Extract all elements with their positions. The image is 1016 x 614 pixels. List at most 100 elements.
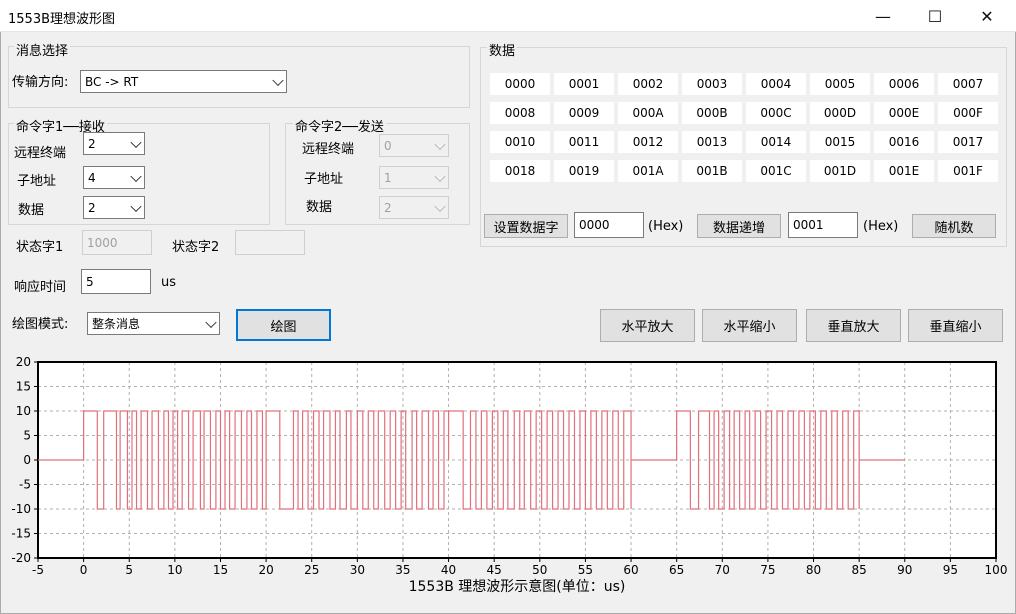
increment-data-input[interactable]: 0001 <box>788 212 858 238</box>
chevron-down-icon <box>434 138 446 150</box>
draw-button[interactable]: 绘图 <box>236 309 331 341</box>
cmd2-rt-value: 0 <box>384 138 392 153</box>
x-tick-label: 25 <box>304 563 319 577</box>
x-tick-label: 45 <box>487 563 502 577</box>
cmd1-data-label: 数据 <box>18 203 45 218</box>
data-group-label: 数据 <box>487 40 518 59</box>
data-cell: 0016 <box>874 131 934 153</box>
h-zoom-in-button[interactable]: 水平放大 <box>600 309 695 342</box>
x-tick-label: 100 <box>985 563 1008 577</box>
chevron-down-icon <box>130 200 142 212</box>
data-cell: 0018 <box>490 160 550 182</box>
data-cell: 0015 <box>810 131 870 153</box>
x-tick-label: 55 <box>578 563 593 577</box>
direction-value: BC -> RT <box>85 74 139 89</box>
chevron-down-icon <box>272 74 284 86</box>
response-unit: us <box>161 275 177 290</box>
x-tick-label: 40 <box>441 563 456 577</box>
data-cell: 0012 <box>618 131 678 153</box>
data-cell: 0006 <box>874 73 934 95</box>
data-cell: 0005 <box>810 73 870 95</box>
maximize-icon[interactable]: ☐ <box>912 0 958 32</box>
hex-label-2: (Hex) <box>863 219 899 234</box>
waveform-chart: -5 0 5 10 15 20 25 30 35 40 45 50 55 60 65 70 75 80 85 90 95… <box>11 355 1008 595</box>
cmd2-data-value: 2 <box>384 200 392 215</box>
chevron-down-icon <box>205 316 217 328</box>
cmd2-data-label: 数据 <box>306 200 333 215</box>
cmd1-rt-value: 2 <box>88 136 96 151</box>
data-cell: 000C <box>746 102 806 124</box>
data-cell: 0000 <box>490 73 550 95</box>
data-cell: 000F <box>938 102 998 124</box>
data-cell: 0010 <box>490 131 550 153</box>
y-tick-label: -15 <box>11 527 31 541</box>
chevron-down-icon <box>434 200 446 212</box>
h-zoom-out-button[interactable]: 水平缩小 <box>702 309 797 342</box>
set-data-input[interactable]: 0000 <box>574 212 644 238</box>
cmd1-sub-select[interactable]: 4 <box>83 166 145 189</box>
direction-select[interactable]: BC -> RT <box>80 70 287 93</box>
minimize-icon[interactable]: — <box>860 0 906 32</box>
v-zoom-out-button[interactable]: 垂直缩小 <box>908 309 1003 342</box>
cmd2-sub-select: 1 <box>379 166 449 189</box>
y-tick-label: 10 <box>16 404 31 418</box>
status2-label: 状态字2 <box>172 240 220 255</box>
x-tick-label: 85 <box>852 563 867 577</box>
y-tick-label: -5 <box>19 478 31 492</box>
data-cell: 001E <box>874 160 934 182</box>
response-time-input[interactable]: 5 <box>81 269 151 294</box>
v-zoom-in-button[interactable]: 垂直放大 <box>806 309 901 342</box>
y-tick-label: 15 <box>16 380 31 394</box>
draw-mode-select[interactable]: 整条消息 <box>87 312 220 335</box>
cmd1-data-value: 2 <box>88 200 96 215</box>
cmd1-rt-select[interactable]: 2 <box>83 132 145 155</box>
cmd2-sub-label: 子地址 <box>304 172 344 187</box>
x-axis-label: 1553B 理想波形示意图(单位：us) <box>409 578 626 595</box>
data-cell: 001C <box>746 160 806 182</box>
x-tick-label: 95 <box>943 563 958 577</box>
x-tick-label: 50 <box>532 563 547 577</box>
response-time-label: 响应时间 <box>14 280 67 295</box>
data-cell: 001F <box>938 160 998 182</box>
x-tick-label: 35 <box>395 563 410 577</box>
random-button[interactable]: 随机数 <box>912 214 996 238</box>
data-cell: 0014 <box>746 131 806 153</box>
x-tick-label: 65 <box>669 563 684 577</box>
data-cell: 0013 <box>682 131 742 153</box>
draw-mode-value: 整条消息 <box>92 317 141 331</box>
data-cell: 001A <box>618 160 678 182</box>
y-tick-label: -20 <box>11 551 31 565</box>
cmd1-sub-value: 4 <box>88 170 96 185</box>
data-cell: 0008 <box>490 102 550 124</box>
x-tick-label: 20 <box>258 563 273 577</box>
draw-mode-label: 绘图模式: <box>12 317 69 332</box>
x-tick-label: 90 <box>897 563 912 577</box>
waveform-chart-panel: -5 0 5 10 15 20 25 30 35 40 45 50 55 60 65 70 75 80 85 90 95… <box>3 350 1011 598</box>
data-cell: 0003 <box>682 73 742 95</box>
status2-field <box>235 230 305 255</box>
x-tick-label: 80 <box>806 563 821 577</box>
set-data-button[interactable]: 设置数据字 <box>484 214 568 238</box>
increment-data-button[interactable]: 数据递增 <box>697 214 781 238</box>
x-tick-label: 30 <box>350 563 365 577</box>
title-bar: 1553B理想波形图 — ☐ ✕ <box>0 0 1016 32</box>
chevron-down-icon <box>434 170 446 182</box>
cmd2-data-select: 2 <box>379 196 449 219</box>
x-tick-label: 15 <box>213 563 228 577</box>
chevron-down-icon <box>130 170 142 182</box>
cmd1-sub-label: 子地址 <box>17 174 57 189</box>
close-icon[interactable]: ✕ <box>964 0 1010 32</box>
data-cell: 0017 <box>938 131 998 153</box>
data-cell: 0011 <box>554 131 614 153</box>
data-cell: 000B <box>682 102 742 124</box>
cmd2-rt-select: 0 <box>379 134 449 157</box>
window-title: 1553B理想波形图 <box>8 12 116 27</box>
y-tick-label: 20 <box>16 355 31 369</box>
x-tick-label: 0 <box>80 563 88 577</box>
data-cell: 0007 <box>938 73 998 95</box>
data-cell: 0002 <box>618 73 678 95</box>
cmd1-data-select[interactable]: 2 <box>83 196 145 219</box>
y-tick-label: 5 <box>23 429 31 443</box>
direction-label: 传输方向: <box>12 75 69 90</box>
x-tick-label: 75 <box>760 563 775 577</box>
